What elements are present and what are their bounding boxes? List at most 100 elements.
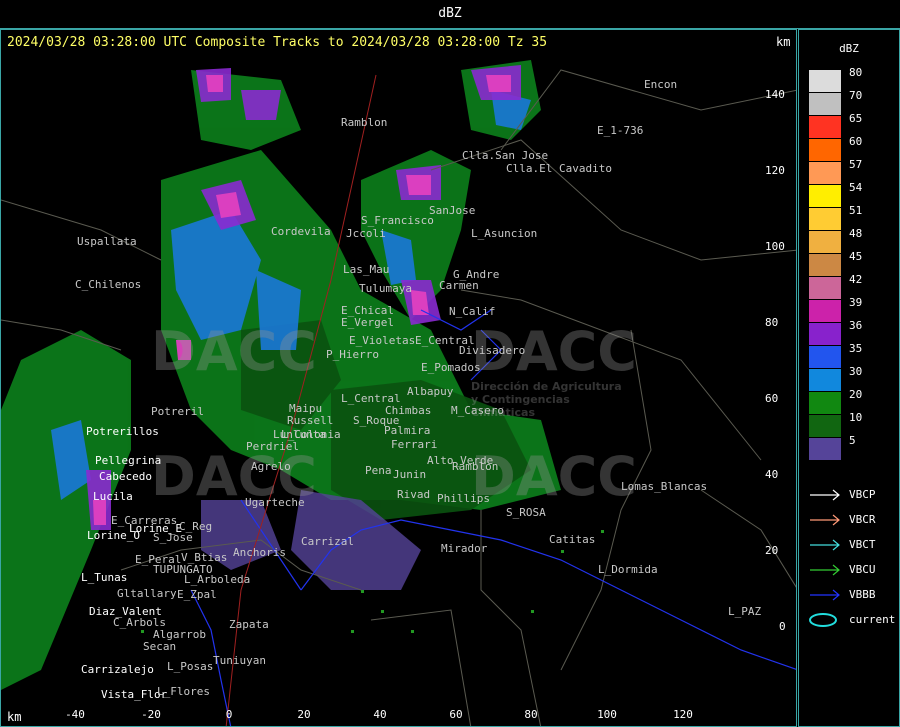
place-label: E_Carreras [111, 514, 178, 527]
place-label: E_Vergel [341, 316, 394, 329]
legend-value: 42 [849, 273, 863, 286]
legend-swatch [809, 277, 841, 300]
track-arrow-icon [810, 514, 840, 526]
place-label: Lomas_Blancas [621, 480, 708, 493]
place-label: Phillips [437, 492, 490, 505]
legend-swatch [809, 438, 841, 461]
place-label: Potreril [151, 405, 204, 418]
y-tick: 140 [765, 88, 785, 101]
place-label: Lorine_O [87, 529, 140, 542]
x-tick: 40 [373, 708, 387, 721]
legend-value: 39 [849, 296, 863, 309]
place-label: M_Casero [451, 404, 504, 417]
place-label: Zapata [229, 618, 269, 631]
legend-swatch [809, 300, 841, 323]
place-label: E_Pomados [421, 361, 481, 374]
place-label: E_Peral [135, 553, 182, 566]
legend-swatch [809, 116, 841, 139]
place-label: Clla.San Jose [462, 149, 549, 162]
window-titlebar: dBZ [0, 0, 900, 29]
track-arrow-icon [810, 589, 840, 601]
track-key-vbcr: VBCR [809, 513, 899, 527]
legend-swatch [809, 208, 841, 231]
place-label: E_Central [415, 334, 475, 347]
x-tick: -40 [65, 708, 85, 721]
legend-swatch [809, 93, 841, 116]
place-label: Agrelo [251, 460, 291, 473]
legend-value: 65 [849, 112, 863, 125]
place-label: E_Zpal [177, 588, 217, 601]
place-label: V_Btias [181, 551, 228, 564]
legend-value: 54 [849, 181, 863, 194]
place-label: Carrizal [301, 535, 354, 548]
legend-value: 5 [849, 434, 856, 447]
place-label: S_Francisco [361, 214, 434, 227]
place-label: Catitas [549, 533, 596, 546]
place-label: Las_Mau [343, 263, 390, 276]
place-label: Clla.El Cavadito [506, 162, 612, 175]
legend-swatch [809, 70, 841, 93]
x-tick: 100 [597, 708, 617, 721]
place-label: S_Roque [353, 414, 400, 427]
place-label: P_Hierro [326, 348, 379, 361]
color-scale [809, 70, 841, 461]
radar-map[interactable]: DACC DACC DACC DACC Dirección de Agricul… [0, 29, 797, 727]
track-key-label: VBCP [849, 488, 876, 501]
legend-value: 51 [849, 204, 863, 217]
place-label: L_Arboleda [184, 573, 251, 586]
place-label: L_Posas [167, 660, 214, 673]
y-axis: 140 120 100 80 60 40 20 0 [765, 50, 796, 700]
place-label: Uspallata [77, 235, 137, 248]
place-label: Tuniuyan [213, 654, 266, 667]
legend-swatch [809, 392, 841, 415]
legend-value: 20 [849, 388, 863, 401]
track-key-label: VBCT [849, 538, 876, 551]
place-label: Tulumaya [359, 282, 412, 295]
x-tick: 60 [449, 708, 463, 721]
legend-value: 48 [849, 227, 863, 240]
place-label: Gltallary [117, 587, 177, 600]
x-axis: -40 -20 0 20 40 60 80 100 120 [1, 706, 796, 726]
legend-swatch [809, 346, 841, 369]
place-label: Potrerillos [86, 425, 159, 438]
place-label: Ferrari [391, 438, 438, 451]
place-label: C_Chilenos [75, 278, 142, 291]
place-label: Ramblon [341, 116, 388, 129]
place-label: E_Violetas [349, 334, 416, 347]
y-tick: 120 [765, 164, 785, 177]
place-label: Pellegrina [95, 454, 162, 467]
x-tick: 120 [673, 708, 693, 721]
legend-value: 70 [849, 89, 863, 102]
x-tick: -20 [141, 708, 161, 721]
place-label: L_PAZ [728, 605, 762, 618]
track-key-label: VBCU [849, 563, 876, 576]
km-axis-label-top: km [776, 35, 791, 49]
track-arrow-icon [810, 564, 840, 576]
place-label: Lucila [93, 490, 133, 503]
legend-value: 57 [849, 158, 863, 171]
place-label: Ugarteche [245, 496, 305, 509]
place-label: Secan [143, 640, 177, 653]
place-label: Alto_Verde [427, 454, 494, 467]
place-label: L_Asuncion [471, 227, 538, 240]
legend-value: 45 [849, 250, 863, 263]
legend-unit: dBZ [839, 42, 859, 55]
x-tick: 0 [225, 708, 233, 721]
km-axis-label-bottom: km [7, 710, 22, 724]
legend-swatch [809, 323, 841, 346]
y-tick: 60 [765, 392, 779, 405]
track-key-label: VBCR [849, 513, 876, 526]
legend-value: 30 [849, 365, 863, 378]
legend-swatch [809, 139, 841, 162]
composite-header: 2024/03/28 03:28:00 UTC Composite Tracks… [7, 35, 548, 50]
place-label: Anchoris [233, 546, 286, 559]
watermark-dacc-lower-right: DACC [471, 445, 637, 508]
y-tick: 20 [765, 544, 779, 557]
place-label: Carmen [439, 279, 479, 292]
place-label: Encon [644, 78, 678, 91]
legend-swatch [809, 162, 841, 185]
legend-value: 60 [849, 135, 863, 148]
legend-value: 80 [849, 66, 863, 79]
place-label: Mirador [441, 542, 488, 555]
legend-swatch [809, 369, 841, 392]
